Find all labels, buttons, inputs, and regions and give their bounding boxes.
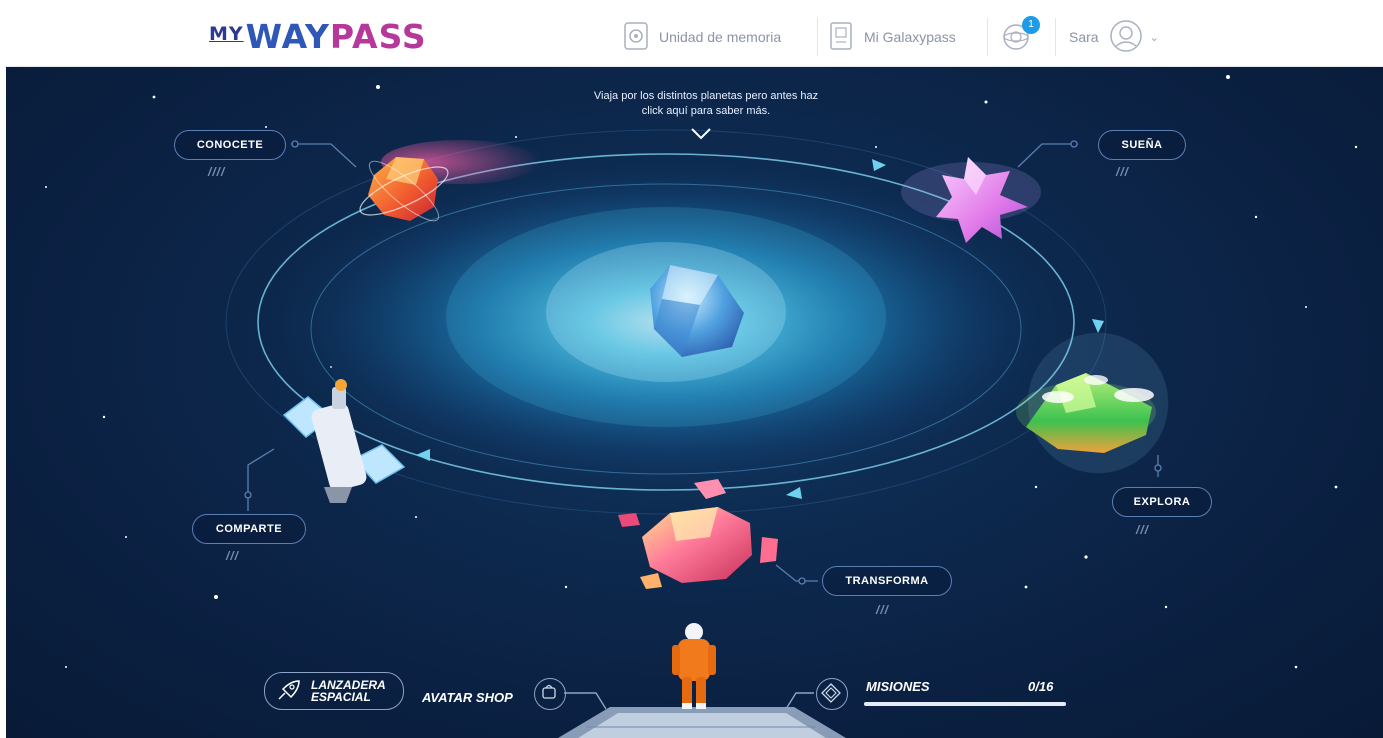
nav-divider [817, 18, 818, 56]
misiones-progress-fill [864, 702, 1066, 706]
logo-pass: PASS [329, 17, 427, 56]
chevron-down-icon: ⌄ [1149, 31, 1159, 44]
misiones-progress-bar [864, 702, 1066, 706]
nav-divider [987, 18, 988, 56]
nav-notifications[interactable]: 1 [1000, 8, 1042, 66]
avatar-shop-icon[interactable] [534, 678, 566, 710]
suena-progress: /// [1116, 165, 1130, 179]
conocete-progress: //// [208, 165, 226, 179]
launch-platform [558, 707, 846, 738]
passport-icon [828, 21, 854, 54]
nav-memory-label: Unidad de memoria [659, 29, 782, 45]
intro-line-1: Viaja por los distintos planetas pero an… [593, 90, 819, 102]
transforma-progress: /// [876, 603, 890, 617]
intro-line-2: click aquí para saber más. [641, 105, 771, 117]
user-name: Sara [1069, 29, 1099, 45]
astronaut-avatar[interactable] [672, 623, 716, 709]
logo-way: WAY [245, 17, 330, 56]
chevron-down-icon[interactable] [690, 127, 712, 149]
mywaypass-logo[interactable]: MY WAY PASS [209, 16, 427, 56]
nav-divider [1055, 18, 1056, 56]
conocete-button[interactable]: CONOCETE [174, 130, 286, 160]
misiones-icon[interactable] [816, 678, 848, 710]
avatar-shop-label[interactable]: AVATAR SHOP [422, 690, 513, 705]
explora-button[interactable]: EXPLORA [1112, 487, 1212, 517]
memory-card-icon [623, 21, 649, 54]
explora-progress: /// [1136, 523, 1150, 537]
logo-my: MY [209, 23, 244, 45]
nav-mi-galaxypass[interactable]: Mi Galaxypass [828, 8, 956, 66]
user-avatar-icon [1109, 19, 1143, 56]
transforma-button[interactable]: TRANSFORMA [822, 566, 952, 596]
nav-galaxypass-label: Mi Galaxypass [864, 29, 956, 45]
misiones-label[interactable]: MISIONES [866, 679, 930, 694]
lanzadera-line-2: ESPACIAL [311, 690, 371, 704]
nav-unidad-de-memoria[interactable]: Unidad de memoria [623, 8, 781, 66]
suena-button[interactable]: SUEÑA [1098, 130, 1186, 160]
notifications-globe-icon: 1 [1000, 15, 1040, 55]
misiones-count: 0/16 [1028, 679, 1054, 694]
top-header: MY WAY PASS Unidad de memoria Mi Galaxyp… [6, 8, 1383, 67]
comparte-button[interactable]: COMPARTE [192, 514, 306, 544]
notification-badge: 1 [1022, 15, 1040, 34]
comparte-progress: /// [226, 549, 240, 563]
intro-instructions[interactable]: Viaja por los distintos planetas pero an… [526, 89, 886, 119]
galaxy-scene: Viaja por los distintos planetas pero an… [6, 67, 1383, 738]
lanzadera-espacial-button[interactable]: LANZADERA ESPACIAL [264, 672, 404, 710]
user-menu[interactable]: Sara ⌄ [1069, 8, 1159, 66]
